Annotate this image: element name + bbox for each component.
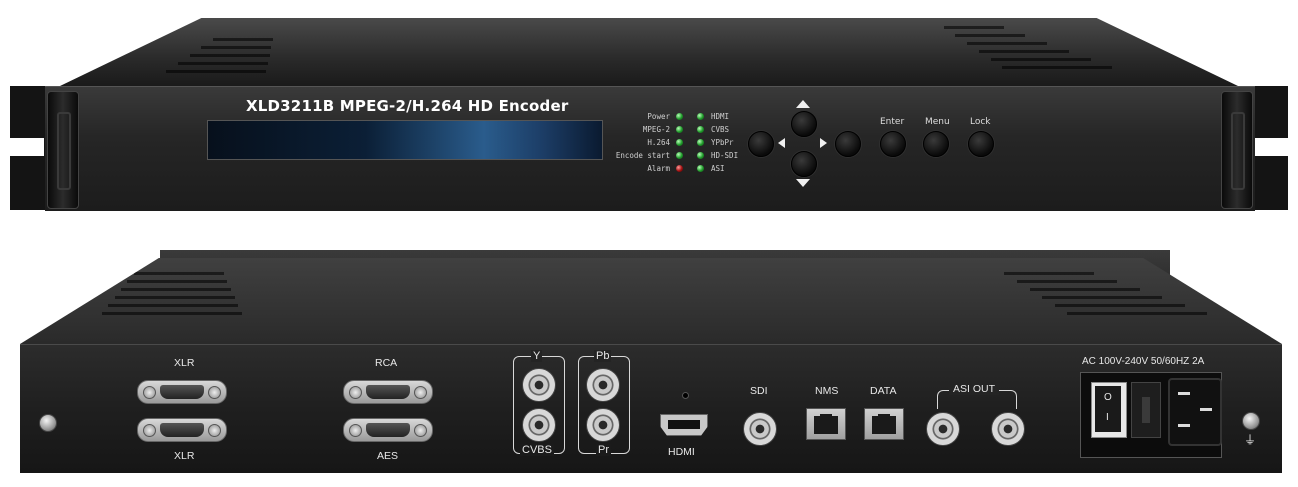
encode-start-led: [676, 152, 683, 159]
led-label-cvbs: CVBS: [711, 125, 730, 134]
nms-ethernet-port[interactable]: [806, 408, 846, 440]
menu-button[interactable]: [923, 131, 949, 157]
right-button[interactable]: [835, 131, 861, 157]
enter-label: Enter: [880, 117, 905, 127]
asi-out-label: ASI OUT: [949, 383, 1000, 395]
right-handle[interactable]: [1221, 91, 1253, 209]
h264-led: [676, 139, 683, 146]
rear-unit-slope: [20, 258, 1282, 344]
pr-bnc-connector[interactable]: [586, 408, 620, 442]
menu-label: Menu: [925, 117, 950, 127]
sdi-bnc-connector[interactable]: [743, 412, 777, 446]
cvbs-label: CVBS: [520, 444, 554, 456]
y-bnc-connector[interactable]: [522, 368, 556, 402]
data-label: DATA: [870, 385, 897, 397]
cvbs-bnc-connector[interactable]: [522, 408, 556, 442]
switch-on-mark: I: [1106, 412, 1109, 423]
hdmi-label: HDMI: [668, 446, 695, 458]
arrow-down-icon: [796, 179, 810, 187]
asi-out-1-bnc-connector[interactable]: [926, 412, 960, 446]
rca-label: RCA: [375, 357, 398, 369]
hdmi-port[interactable]: [660, 414, 708, 436]
lock-label: Lock: [970, 117, 991, 127]
led-label-hdmi: HDMI: [711, 112, 730, 121]
nms-label: NMS: [815, 385, 839, 397]
pb-bnc-connector[interactable]: [586, 368, 620, 402]
led-label-hd-sdi: HD-SDI: [711, 151, 739, 160]
arrow-left-icon: [778, 138, 785, 148]
iec-power-inlet[interactable]: [1168, 378, 1222, 446]
xlr-top-connector[interactable]: [137, 380, 227, 404]
pb-label: Pb: [594, 350, 612, 362]
left-screw: [39, 414, 57, 432]
hdmi-led: [697, 113, 704, 120]
xlr-bottom-label: XLR: [174, 450, 195, 462]
power-led: [676, 113, 683, 120]
lock-button[interactable]: [968, 131, 994, 157]
pr-label: Pr: [596, 444, 611, 456]
led-label-power: Power: [647, 112, 670, 121]
enter-button[interactable]: [880, 131, 906, 157]
hdmi-indicator: [682, 392, 689, 399]
hd-sdi-led: [697, 152, 704, 159]
fuse-holder: [1131, 382, 1161, 438]
y-label: Y: [531, 350, 543, 362]
arrow-up-icon: [796, 100, 810, 108]
cvbs-led: [697, 126, 704, 133]
switch-off-mark: O: [1104, 392, 1112, 403]
power-rating-label: AC 100V-240V 50/60HZ 2A: [1082, 356, 1205, 367]
xlr-top-label: XLR: [174, 357, 195, 369]
arrow-right-icon: [820, 138, 827, 148]
asi-out-2-bnc-connector[interactable]: [991, 412, 1025, 446]
asi-led: [697, 165, 704, 172]
left-handle[interactable]: [47, 91, 79, 209]
ypbpr-led: [697, 139, 704, 146]
ground-screw: [1242, 412, 1260, 430]
alarm-led: [676, 165, 683, 172]
led-label-mpeg2: MPEG-2: [642, 125, 670, 134]
data-ethernet-port[interactable]: [864, 408, 904, 440]
sdi-label: SDI: [750, 385, 768, 397]
led-label-encode-start: Encode start: [615, 151, 670, 160]
led-label-asi: ASI: [711, 164, 725, 173]
left-button[interactable]: [748, 131, 774, 157]
front-unit-top-cover: [60, 18, 1238, 86]
led-label-alarm: Alarm: [647, 164, 670, 173]
down-button[interactable]: [791, 151, 817, 177]
up-button[interactable]: [791, 111, 817, 137]
ground-icon: ⏚: [1244, 433, 1257, 447]
led-label-h264: H.264: [647, 138, 670, 147]
lcd-display: [207, 120, 603, 160]
led-label-ypbpr: YPbPr: [711, 138, 734, 147]
xlr-bottom-connector[interactable]: [137, 418, 227, 442]
rca-connector[interactable]: [343, 380, 433, 404]
power-switch-rocker[interactable]: O I: [1095, 386, 1121, 432]
aes-label: AES: [377, 450, 399, 462]
aes-connector[interactable]: [343, 418, 433, 442]
model-title: XLD3211B MPEG-2/H.264 HD Encoder: [246, 97, 569, 115]
mpeg2-led: [676, 126, 683, 133]
